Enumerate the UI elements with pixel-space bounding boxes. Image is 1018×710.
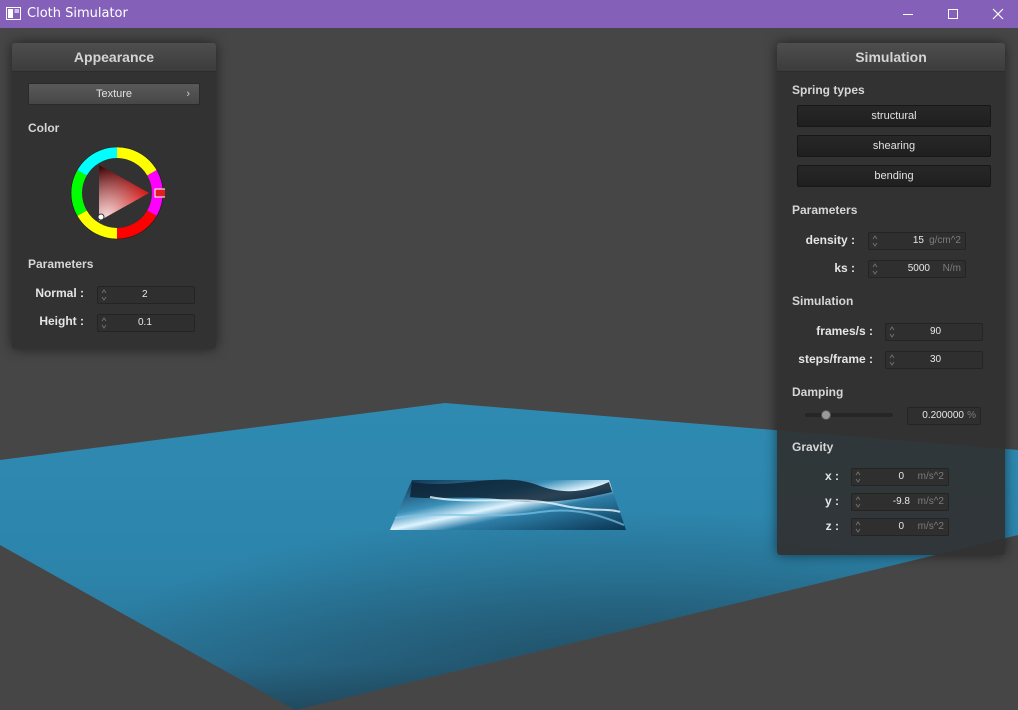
spin-arrows-icon[interactable]: [872, 234, 878, 248]
gravity-label: Gravity: [792, 440, 834, 454]
spin-arrows-icon[interactable]: [889, 353, 895, 367]
gravity-z-value: 0: [898, 521, 904, 532]
appearance-panel: Appearance Texture › Color Parameters No…: [12, 43, 216, 349]
simulation-section-label: Simulation: [792, 294, 854, 308]
gravity-z-unit: m/s^2: [917, 521, 944, 532]
spring-types-label: Spring types: [792, 83, 865, 97]
ks-unit: N/m: [942, 263, 961, 274]
close-button[interactable]: [975, 0, 1018, 28]
structural-button[interactable]: structural: [797, 105, 991, 127]
title-bar[interactable]: Cloth Simulator: [0, 0, 1018, 28]
steps-value: 30: [930, 354, 942, 365]
shearing-button[interactable]: shearing: [797, 135, 991, 157]
damping-label: Damping: [792, 385, 844, 399]
chevron-right-icon: ›: [186, 88, 190, 100]
damping-unit: %: [967, 410, 976, 421]
minimize-button[interactable]: [885, 0, 931, 28]
window-title: Cloth Simulator: [27, 6, 128, 21]
height-input[interactable]: 0.1: [97, 314, 195, 332]
damping-slider-handle[interactable]: [821, 410, 831, 420]
density-label: density :: [805, 233, 855, 247]
damping-value: 0.200000: [922, 410, 964, 421]
density-input[interactable]: 15 g/cm^2: [868, 232, 966, 250]
bending-button[interactable]: bending: [797, 165, 991, 187]
damping-slider-track: [805, 413, 893, 417]
simulation-parameters-label: Parameters: [792, 203, 858, 217]
texture-button-label: Texture: [95, 88, 133, 100]
height-value: 0.1: [138, 317, 152, 328]
gravity-y-value: -9.8: [892, 496, 910, 507]
normal-label: Normal :: [35, 286, 84, 300]
close-icon: [992, 8, 1004, 20]
gravity-x-label: x :: [824, 469, 839, 483]
saturation-triangle[interactable]: [99, 165, 149, 221]
gravity-x-value: 0: [898, 471, 904, 482]
color-section-label: Color: [28, 121, 60, 135]
spin-arrows-icon[interactable]: [101, 316, 107, 330]
spin-arrows-icon[interactable]: [855, 495, 861, 509]
gravity-y-unit: m/s^2: [917, 496, 944, 507]
density-value: 15: [912, 235, 924, 246]
spin-arrows-icon[interactable]: [872, 262, 878, 276]
gravity-z-label: z :: [825, 519, 839, 533]
maximize-icon: [948, 9, 958, 19]
density-unit: g/cm^2: [929, 235, 961, 246]
normal-input[interactable]: 2: [97, 286, 195, 304]
gravity-x-input[interactable]: 0 m/s^2: [851, 468, 949, 486]
spin-arrows-icon[interactable]: [101, 288, 107, 302]
damping-input[interactable]: 0.200000 %: [907, 407, 981, 425]
appearance-panel-title: Appearance: [12, 43, 216, 72]
hue-selector-handle[interactable]: [154, 188, 165, 198]
color-selector-handle[interactable]: [97, 213, 105, 221]
ks-input[interactable]: 5000 N/m: [868, 260, 966, 278]
steps-input[interactable]: 30: [885, 351, 983, 369]
spin-arrows-icon[interactable]: [855, 470, 861, 484]
ks-label: ks :: [834, 261, 855, 275]
frames-input[interactable]: 90: [885, 323, 983, 341]
simulation-panel-title: Simulation: [777, 43, 1005, 72]
gravity-x-unit: m/s^2: [917, 471, 944, 482]
spin-arrows-icon[interactable]: [889, 325, 895, 339]
color-wheel[interactable]: [69, 145, 165, 241]
damping-slider[interactable]: [805, 410, 893, 420]
frames-value: 90: [930, 326, 942, 337]
height-label: Height :: [39, 314, 84, 328]
simulation-panel: Simulation Spring types structural shear…: [777, 43, 1005, 555]
maximize-button[interactable]: [930, 0, 976, 28]
spin-arrows-icon[interactable]: [855, 520, 861, 534]
frames-label: frames/s :: [816, 324, 873, 338]
appearance-parameters-label: Parameters: [28, 257, 94, 271]
steps-label: steps/frame :: [798, 352, 873, 366]
gravity-y-label: y :: [824, 494, 839, 508]
texture-button[interactable]: Texture ›: [28, 83, 200, 105]
normal-value: 2: [142, 289, 148, 300]
gravity-y-input[interactable]: -9.8 m/s^2: [851, 493, 949, 511]
ks-value: 5000: [907, 263, 930, 274]
minimize-icon: [903, 14, 913, 15]
cloth-mesh: [390, 479, 626, 530]
app-window-icon: [6, 7, 21, 20]
gravity-z-input[interactable]: 0 m/s^2: [851, 518, 949, 536]
